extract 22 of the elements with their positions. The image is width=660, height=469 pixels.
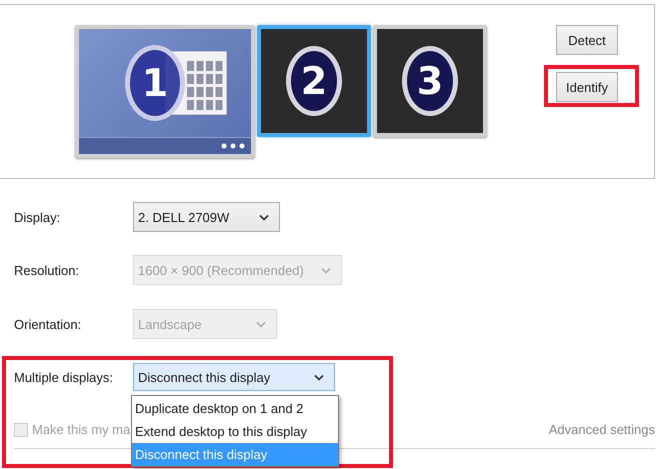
number-badge: 2	[286, 46, 342, 116]
dropdown-option[interactable]: Duplicate desktop on 1 and 2	[132, 397, 338, 420]
chevron-icon	[321, 266, 331, 274]
monitor-tile[interactable]: 3	[373, 25, 487, 137]
field-label: Multiple displays:	[14, 370, 114, 384]
field-label: Display:	[14, 210, 62, 224]
dropdown-option[interactable]: Extend desktop to this display	[132, 420, 338, 443]
field-label: Resolution:	[14, 262, 80, 278]
dots-icon	[221, 143, 245, 149]
chevron-icon	[256, 320, 266, 328]
action-button[interactable]: Identify	[556, 72, 618, 102]
checkbox-label: Make this my ma	[32, 422, 130, 437]
monitor-tile[interactable]: 2	[257, 25, 371, 137]
chevron-icon	[259, 214, 269, 220]
dropdown[interactable]: Disconnect this display	[133, 363, 335, 391]
dropdown[interactable]: 2. DELL 2709W	[133, 202, 280, 232]
number-badge: 3	[402, 46, 458, 116]
number-badge: 1	[125, 45, 185, 121]
action-button[interactable]: Detect	[556, 25, 618, 55]
monitor-tile[interactable]: 1	[75, 25, 255, 158]
field-label: Orientation:	[14, 316, 82, 332]
chevron-icon	[314, 374, 324, 380]
